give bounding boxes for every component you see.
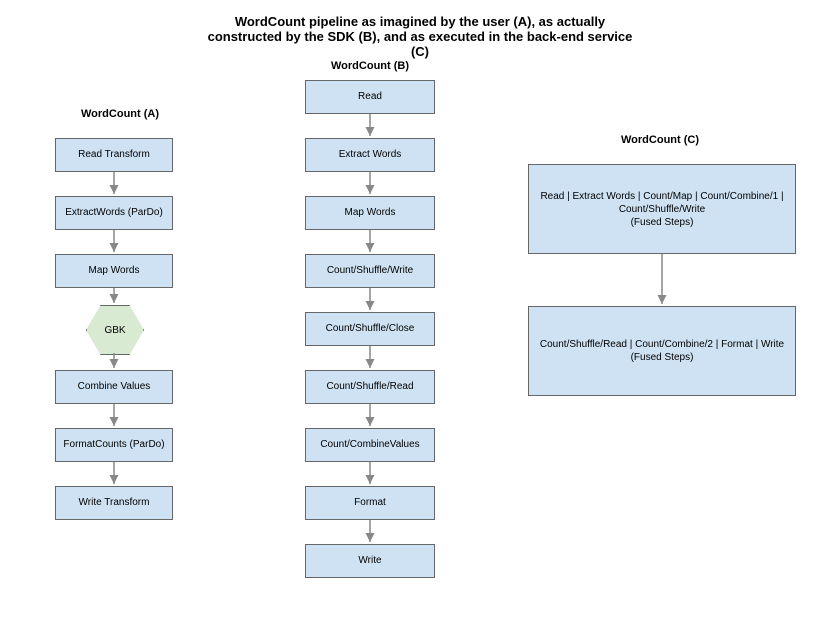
col-c-stage1-line2: (Fused Steps) <box>631 216 694 229</box>
heading-col-a: WordCount (A) <box>20 108 220 120</box>
col-b-box-read: Read <box>305 80 435 114</box>
col-a-box-format: FormatCounts (ParDo) <box>55 428 173 462</box>
col-a-box-map: Map Words <box>55 254 173 288</box>
col-c-stage2-line2: (Fused Steps) <box>631 351 694 364</box>
heading-col-b: WordCount (B) <box>270 60 470 72</box>
col-a-box-combine: Combine Values <box>55 370 173 404</box>
heading-col-c: WordCount (C) <box>515 134 805 146</box>
col-a-box-read: Read Transform <box>55 138 173 172</box>
col-b-box-shuffle-write: Count/Shuffle/Write <box>305 254 435 288</box>
col-b-box-format: Format <box>305 486 435 520</box>
col-b-box-shuffle-read: Count/Shuffle/Read <box>305 370 435 404</box>
col-a-box-extract: ExtractWords (ParDo) <box>55 196 173 230</box>
col-c-box-stage2: Count/Shuffle/Read | Count/Combine/2 | F… <box>528 306 796 396</box>
col-a-hex-gbk: GBK <box>86 305 144 355</box>
col-b-box-combine: Count/CombineValues <box>305 428 435 462</box>
col-c-box-stage1: Read | Extract Words | Count/Map | Count… <box>528 164 796 254</box>
col-b-box-extract: Extract Words <box>305 138 435 172</box>
col-b-box-map: Map Words <box>305 196 435 230</box>
col-c-stage1-line1: Read | Extract Words | Count/Map | Count… <box>537 190 787 216</box>
main-title: WordCount pipeline as imagined by the us… <box>200 14 640 59</box>
col-b-box-shuffle-close: Count/Shuffle/Close <box>305 312 435 346</box>
col-a-box-write: Write Transform <box>55 486 173 520</box>
col-c-stage2-line1: Count/Shuffle/Read | Count/Combine/2 | F… <box>540 338 784 351</box>
col-b-box-write: Write <box>305 544 435 578</box>
